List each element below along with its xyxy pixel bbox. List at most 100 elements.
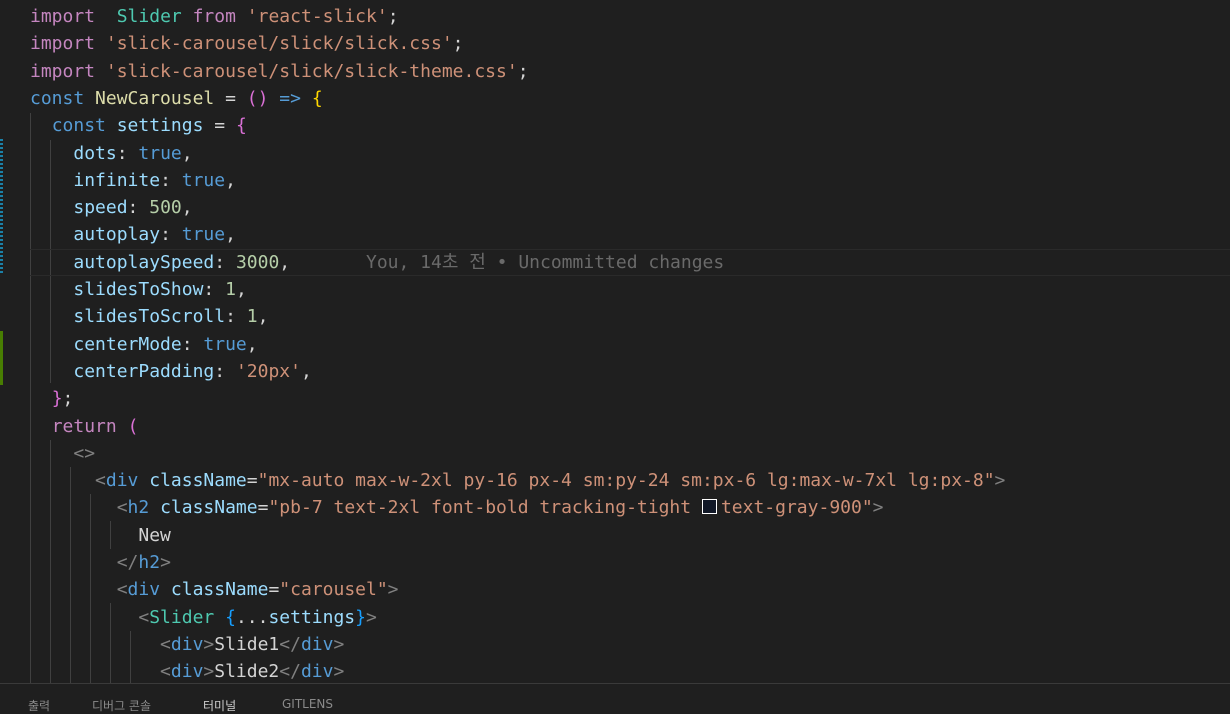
code-token: , [300, 360, 312, 382]
code-token: "mx-auto max-w-2xl py-16 px-4 sm:py-24 s… [257, 470, 995, 492]
code-line[interactable]: <div className="mx-auto max-w-2xl py-16 … [30, 467, 1005, 494]
code-line[interactable]: dots: true, [30, 140, 192, 167]
code-token: autoplaySpeed [73, 251, 215, 273]
gutter-modified-indicator [0, 139, 3, 274]
code-line[interactable]: return ( [30, 413, 139, 440]
code-token: : [181, 333, 204, 355]
code-line[interactable]: autoplay: true, [30, 221, 236, 248]
code-token: , [257, 306, 269, 328]
code-line[interactable]: <> [30, 440, 95, 467]
code-token: , [235, 279, 247, 300]
code-token: Slider [149, 606, 215, 628]
code-token: speed [73, 197, 128, 219]
code-token: </ [279, 661, 301, 683]
code-token: : [127, 197, 150, 219]
code-token: < [160, 661, 171, 683]
code-token: slidesToShow [73, 279, 204, 300]
code-line[interactable]: </h2> [30, 549, 171, 576]
code-line[interactable]: import 'slick-carousel/slick/slick-theme… [30, 58, 529, 85]
code-token: 1 [246, 306, 258, 328]
code-line[interactable]: <h2 className="pb-7 text-2xl font-bold t… [30, 494, 884, 521]
code-line[interactable]: import Slider from 'react-slick'; [30, 3, 399, 30]
code-token: NewCarousel [95, 87, 215, 109]
code-line[interactable]: speed: 500, [30, 194, 193, 221]
code-token: < [138, 606, 150, 628]
code-token: "carousel" [279, 579, 388, 601]
code-token: , [181, 197, 193, 219]
code-token: = [268, 579, 280, 601]
code-token: infinite [73, 169, 161, 191]
code-line[interactable]: slidesToShow: 1, [30, 276, 247, 303]
code-token: > [203, 661, 215, 683]
code-token: , [225, 169, 236, 191]
code-line[interactable]: slidesToScroll: 1, [30, 303, 268, 330]
code-line[interactable]: <div className="carousel"> [30, 576, 399, 603]
code-token: const [30, 87, 85, 109]
code-token: 500 [149, 197, 182, 219]
code-token: ... [235, 606, 269, 628]
code-token: , [225, 224, 236, 246]
tab-debug-console[interactable]: 디버그 콘솔 [92, 697, 151, 714]
code-token: = [246, 470, 258, 492]
code-token: ; [387, 6, 399, 27]
tab-terminal[interactable]: 터미널 [203, 697, 236, 714]
code-token: { [235, 115, 247, 137]
code-token: < [116, 497, 128, 519]
code-line[interactable]: infinite: true, [30, 167, 236, 194]
color-swatch-icon[interactable] [701, 499, 717, 515]
code-line[interactable]: <Slider {...settings}> [30, 604, 376, 631]
code-line[interactable]: }; [30, 385, 74, 412]
code-token: settings [268, 606, 356, 628]
code-token: import [30, 6, 96, 27]
code-line[interactable]: <div>Slide2</div> [30, 658, 344, 683]
code-token: Slide2 [214, 661, 280, 683]
code-token: Slider [116, 6, 182, 27]
code-token: div [300, 661, 334, 683]
code-token: 3000 [235, 251, 280, 273]
code-token: > [203, 633, 215, 655]
code-token: < [116, 579, 128, 601]
code-line[interactable]: autoplaySpeed: 3000, You, 14초 전 • Uncomm… [30, 249, 724, 276]
code-token: true [181, 169, 226, 191]
code-token: div [127, 579, 161, 601]
code-token: > [994, 470, 1006, 492]
code-line[interactable]: centerPadding: '20px', [30, 358, 312, 385]
code-line[interactable]: <div>Slide1</div> [30, 631, 344, 658]
code-editor[interactable]: import Slider from 'react-slick'; import … [0, 0, 1230, 683]
code-token: () [246, 87, 269, 109]
code-line[interactable]: const NewCarousel = () => { [30, 85, 323, 112]
code-token: = [214, 87, 247, 109]
code-token: : [214, 360, 236, 382]
git-blame-annotation: You, 14초 전 • Uncommitted changes [366, 251, 725, 273]
code-token: autoplay [73, 224, 161, 246]
tab-output[interactable]: 출력 [28, 697, 50, 714]
code-token: className [170, 579, 269, 601]
code-token: > [872, 497, 884, 519]
tab-gitlens[interactable]: GITLENS [282, 697, 333, 711]
code-token: : [116, 142, 139, 164]
code-token: } [51, 388, 63, 410]
code-token: ; [452, 33, 464, 55]
code-line[interactable]: centerMode: true, [30, 331, 257, 358]
code-line[interactable]: New [30, 522, 171, 549]
code-token: 'slick-carousel/slick/slick.css' [105, 33, 453, 55]
code-line[interactable]: import 'slick-carousel/slick/slick.css'; [30, 30, 464, 57]
code-token: 'slick-carousel/slick/slick-theme.css' [105, 60, 518, 82]
code-line[interactable]: const settings = { [30, 112, 247, 139]
code-token: , [279, 251, 291, 273]
